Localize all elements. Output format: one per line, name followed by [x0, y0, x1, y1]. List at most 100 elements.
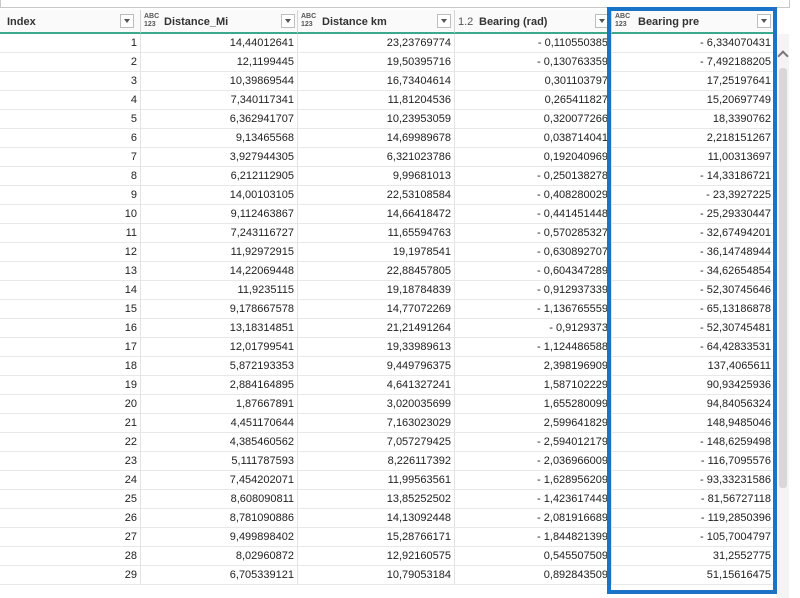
- cell-index[interactable]: 15: [0, 300, 141, 319]
- cell-bearing-rad[interactable]: - 0,408280029: [455, 186, 612, 205]
- cell-index[interactable]: 4: [0, 91, 141, 110]
- cell-index[interactable]: 14: [0, 281, 141, 300]
- cell-distance-mi[interactable]: 8,02960872: [141, 547, 298, 566]
- cell-distance-km[interactable]: 14,77072269: [298, 300, 455, 319]
- cell-bearing-pre[interactable]: 15,20697749: [612, 91, 775, 110]
- cell-index[interactable]: 12: [0, 243, 141, 262]
- cell-bearing-pre[interactable]: 17,25197641: [612, 72, 775, 91]
- cell-index[interactable]: 25: [0, 490, 141, 509]
- cell-distance-km[interactable]: 11,65594763: [298, 224, 455, 243]
- cell-bearing-pre[interactable]: 11,00313697: [612, 148, 775, 167]
- cell-distance-km[interactable]: 22,88457805: [298, 262, 455, 281]
- cell-distance-mi[interactable]: 7,243116727: [141, 224, 298, 243]
- cell-bearing-rad[interactable]: - 0,130763359: [455, 53, 612, 72]
- cell-index[interactable]: 29: [0, 566, 141, 585]
- cell-index[interactable]: 27: [0, 528, 141, 547]
- cell-distance-mi[interactable]: 12,1199445: [141, 53, 298, 72]
- cell-bearing-rad[interactable]: - 1,124486588: [455, 338, 612, 357]
- header-bearing-pre[interactable]: ABC 123 Bearing pre: [612, 10, 775, 34]
- cell-bearing-rad[interactable]: - 0,110550385: [455, 34, 612, 53]
- cell-distance-mi[interactable]: 8,781090886: [141, 509, 298, 528]
- cell-distance-km[interactable]: 14,13092448: [298, 509, 455, 528]
- cell-distance-mi[interactable]: 1,87667891: [141, 395, 298, 414]
- cell-distance-mi[interactable]: 10,39869544: [141, 72, 298, 91]
- cell-distance-km[interactable]: 11,99563561: [298, 471, 455, 490]
- cell-bearing-rad[interactable]: - 0,604347289: [455, 262, 612, 281]
- cell-bearing-rad[interactable]: - 0,441451448: [455, 205, 612, 224]
- cell-index[interactable]: 7: [0, 148, 141, 167]
- cell-bearing-rad[interactable]: 0,192040969: [455, 148, 612, 167]
- cell-bearing-pre[interactable]: - 36,14748944: [612, 243, 775, 262]
- cell-index[interactable]: 23: [0, 452, 141, 471]
- cell-index[interactable]: 28: [0, 547, 141, 566]
- cell-index[interactable]: 22: [0, 433, 141, 452]
- cell-distance-km[interactable]: 19,1978541: [298, 243, 455, 262]
- cell-distance-mi[interactable]: 4,385460562: [141, 433, 298, 452]
- cell-distance-mi[interactable]: 9,178667578: [141, 300, 298, 319]
- cell-bearing-rad[interactable]: - 2,594012179: [455, 433, 612, 452]
- cell-distance-mi[interactable]: 9,112463867: [141, 205, 298, 224]
- cell-bearing-pre[interactable]: 51,15616475: [612, 566, 775, 585]
- cell-bearing-rad[interactable]: - 2,081916689: [455, 509, 612, 528]
- cell-bearing-pre[interactable]: 18,3390762: [612, 110, 775, 129]
- cell-index[interactable]: 9: [0, 186, 141, 205]
- cell-bearing-pre[interactable]: 31,2552775: [612, 547, 775, 566]
- cell-bearing-pre[interactable]: - 116,7095576: [612, 452, 775, 471]
- cell-distance-km[interactable]: 9,99681013: [298, 167, 455, 186]
- cell-bearing-pre[interactable]: - 7,492188205: [612, 53, 775, 72]
- cell-distance-km[interactable]: 11,81204536: [298, 91, 455, 110]
- scrollbar-thumb[interactable]: [779, 68, 787, 488]
- cell-index[interactable]: 3: [0, 72, 141, 91]
- cell-bearing-rad[interactable]: - 0,9129373: [455, 319, 612, 338]
- scroll-up-icon[interactable]: [777, 50, 789, 62]
- cell-bearing-rad[interactable]: 2,599641829: [455, 414, 612, 433]
- cell-bearing-rad[interactable]: - 2,036966009: [455, 452, 612, 471]
- vertical-scrollbar[interactable]: [777, 34, 789, 598]
- cell-distance-km[interactable]: 12,92160575: [298, 547, 455, 566]
- cell-distance-km[interactable]: 14,66418472: [298, 205, 455, 224]
- header-distance-mi[interactable]: ABC 123 Distance_Mi: [141, 10, 298, 34]
- cell-distance-mi[interactable]: 11,9235115: [141, 281, 298, 300]
- cell-distance-km[interactable]: 10,79053184: [298, 566, 455, 585]
- cell-distance-km[interactable]: 7,057279425: [298, 433, 455, 452]
- cell-index[interactable]: 16: [0, 319, 141, 338]
- cell-bearing-pre[interactable]: - 52,30745646: [612, 281, 775, 300]
- cell-index[interactable]: 1: [0, 34, 141, 53]
- cell-distance-mi[interactable]: 14,44012641: [141, 34, 298, 53]
- cell-bearing-rad[interactable]: 0,265411827: [455, 91, 612, 110]
- cell-bearing-pre[interactable]: - 105,7004797: [612, 528, 775, 547]
- cell-bearing-pre[interactable]: 137,4065611: [612, 357, 775, 376]
- cell-distance-km[interactable]: 23,23769774: [298, 34, 455, 53]
- cell-distance-km[interactable]: 21,21491264: [298, 319, 455, 338]
- cell-distance-km[interactable]: 19,33989613: [298, 338, 455, 357]
- cell-bearing-pre[interactable]: 148,9485046: [612, 414, 775, 433]
- cell-distance-km[interactable]: 14,69989678: [298, 129, 455, 148]
- cell-index[interactable]: 11: [0, 224, 141, 243]
- cell-distance-km[interactable]: 9,449796375: [298, 357, 455, 376]
- cell-index[interactable]: 19: [0, 376, 141, 395]
- cell-bearing-rad[interactable]: - 0,630892707: [455, 243, 612, 262]
- cell-index[interactable]: 18: [0, 357, 141, 376]
- cell-distance-mi[interactable]: 7,454202071: [141, 471, 298, 490]
- cell-distance-mi[interactable]: 13,18314851: [141, 319, 298, 338]
- cell-index[interactable]: 13: [0, 262, 141, 281]
- cell-distance-km[interactable]: 22,53108584: [298, 186, 455, 205]
- formula-bar[interactable]: [0, 0, 790, 8]
- cell-distance-km[interactable]: 8,226117392: [298, 452, 455, 471]
- cell-distance-mi[interactable]: 14,00103105: [141, 186, 298, 205]
- filter-dropdown-icon[interactable]: [595, 14, 609, 28]
- cell-bearing-rad[interactable]: - 0,912937339: [455, 281, 612, 300]
- cell-bearing-pre[interactable]: - 14,33186721: [612, 167, 775, 186]
- cell-distance-mi[interactable]: 14,22069448: [141, 262, 298, 281]
- cell-bearing-rad[interactable]: 0,320077266: [455, 110, 612, 129]
- filter-dropdown-icon[interactable]: [120, 14, 134, 28]
- header-distance-km[interactable]: ABC 123 Distance km: [298, 10, 455, 34]
- cell-bearing-pre[interactable]: - 81,56727118: [612, 490, 775, 509]
- cell-distance-km[interactable]: 4,641327241: [298, 376, 455, 395]
- cell-distance-km[interactable]: 16,73404614: [298, 72, 455, 91]
- cell-distance-mi[interactable]: 5,111787593: [141, 452, 298, 471]
- filter-dropdown-icon[interactable]: [437, 14, 451, 28]
- cell-bearing-pre[interactable]: - 6,334070431: [612, 34, 775, 53]
- cell-bearing-rad[interactable]: 1,655280099: [455, 395, 612, 414]
- cell-distance-mi[interactable]: 6,362941707: [141, 110, 298, 129]
